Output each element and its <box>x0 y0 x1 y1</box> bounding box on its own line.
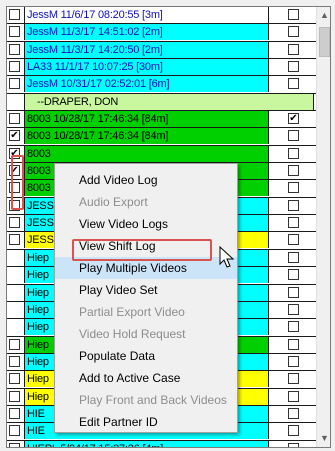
menu-item-edit-partner-id[interactable]: Edit Partner ID <box>55 411 237 433</box>
row-secondary-checkbox[interactable] <box>288 43 299 55</box>
scrollbar-thumb[interactable] <box>319 27 330 57</box>
video-row[interactable]: ✔ 8003 10/28/17 17:46:34 [84m] <box>7 128 316 146</box>
row-label: --DRAPER, DON <box>24 93 314 110</box>
menu-item-populate-data[interactable]: Populate Data <box>55 345 237 367</box>
video-row[interactable]: LA33 11/1/17 10:07:25 [30m] <box>7 59 316 77</box>
row-secondary-checkbox[interactable] <box>288 425 299 437</box>
row-checkbox[interactable] <box>9 338 20 350</box>
row-checkbox[interactable] <box>9 61 20 73</box>
row-checkbox[interactable] <box>9 442 20 447</box>
row-secondary-checkbox[interactable] <box>288 355 299 367</box>
menu-item-add-video-log[interactable]: Add Video Log <box>55 169 237 191</box>
row-checkbox[interactable] <box>9 425 20 437</box>
row-checkbox[interactable] <box>9 217 20 229</box>
row-checkbox[interactable] <box>9 355 20 367</box>
menu-item-partial-export-video[interactable]: Partial Export Video <box>55 301 237 323</box>
row-checkbox[interactable]: ✔ <box>9 165 20 177</box>
row-secondary-checkbox[interactable] <box>288 165 299 177</box>
row-secondary-checkbox[interactable] <box>288 26 299 38</box>
menu-item-audio-export[interactable]: Audio Export <box>55 191 237 213</box>
video-row[interactable]: JessM 11/3/17 14:20:50 [2m] <box>7 41 316 60</box>
row-checkbox[interactable] <box>9 390 20 402</box>
video-row[interactable]: HIEPL 5/24/17 15:37:26 [4m] <box>7 440 316 447</box>
row-checkbox[interactable] <box>9 407 20 419</box>
row-label: 8003 10/28/17 17:46:34 [84m] <box>24 128 269 145</box>
row-secondary-checkbox[interactable] <box>288 217 299 229</box>
group-header-row[interactable]: --DRAPER, DON <box>7 93 316 112</box>
row-checkbox[interactable] <box>9 78 20 90</box>
row-secondary-checkbox[interactable] <box>288 286 299 298</box>
row-label: JessM 11/3/17 14:51:02 [2m] <box>24 24 269 41</box>
menu-item-play-front-and-back-videos[interactable]: Play Front and Back Videos <box>55 389 237 411</box>
row-label: 8003 <box>24 145 269 162</box>
row-secondary-checkbox[interactable] <box>288 61 299 73</box>
video-row[interactable]: 8003 10/28/17 17:46:34 [84m] ✔ <box>7 111 316 129</box>
row-checkbox[interactable] <box>9 182 20 194</box>
row-secondary-checkbox[interactable] <box>288 182 299 194</box>
video-row[interactable]: ✔ 8003 <box>7 145 316 164</box>
row-checkbox[interactable] <box>9 199 20 211</box>
chevron-down-icon[interactable]: ▼ <box>317 430 330 447</box>
row-secondary-checkbox[interactable] <box>288 234 299 246</box>
row-checkbox[interactable] <box>9 43 20 55</box>
row-secondary-checkbox[interactable] <box>288 130 299 142</box>
row-secondary-checkbox[interactable] <box>288 390 299 402</box>
row-secondary-checkbox[interactable] <box>288 338 299 350</box>
row-secondary-checkbox[interactable] <box>288 373 299 385</box>
vertical-scrollbar[interactable]: ▲ ▼ <box>316 7 330 447</box>
row-checkbox[interactable]: ✔ <box>9 147 20 159</box>
video-row[interactable]: JessM 10/31/17 02:52:01 [6m] <box>7 76 316 94</box>
row-checkbox[interactable] <box>9 234 20 246</box>
menu-item-play-video-set[interactable]: Play Video Set <box>55 279 237 301</box>
row-secondary-checkbox[interactable] <box>288 303 299 315</box>
row-label: LA33 11/1/17 10:07:25 [30m] <box>24 59 269 76</box>
row-secondary-checkbox[interactable]: ✔ <box>288 113 299 125</box>
chevron-up-icon[interactable]: ▲ <box>317 7 330 24</box>
menu-item-view-shift-log[interactable]: View Shift Log <box>55 235 237 257</box>
row-secondary-checkbox[interactable] <box>288 442 299 447</box>
video-row[interactable]: JessM 11/6/17 08:20:55 [3m] <box>7 7 316 25</box>
row-secondary-checkbox[interactable] <box>288 9 299 20</box>
menu-item-add-to-active-case[interactable]: Add to Active Case <box>55 367 237 389</box>
menu-item-play-multiple-videos[interactable]: Play Multiple Videos <box>55 257 237 279</box>
video-row[interactable]: JessM 11/3/17 14:51:02 [2m] <box>7 24 316 42</box>
row-secondary-checkbox[interactable] <box>288 321 299 333</box>
menu-item-view-video-logs[interactable]: View Video Logs <box>55 213 237 235</box>
row-label: 8003 10/28/17 17:46:34 [84m] <box>24 111 269 128</box>
row-secondary-checkbox[interactable] <box>288 147 299 159</box>
row-label: HIEPL 5/24/17 15:37:26 [4m] <box>24 440 269 447</box>
row-checkbox[interactable] <box>9 373 20 385</box>
row-secondary-checkbox[interactable] <box>288 251 299 263</box>
row-checkbox[interactable] <box>9 113 20 125</box>
row-secondary-checkbox[interactable] <box>288 407 299 419</box>
menu-item-video-hold-request[interactable]: Video Hold Request <box>55 323 237 345</box>
row-checkbox[interactable] <box>9 9 20 20</box>
row-secondary-checkbox[interactable] <box>288 199 299 211</box>
row-secondary-checkbox[interactable] <box>288 269 299 281</box>
row-checkbox[interactable] <box>9 26 20 38</box>
row-secondary-checkbox[interactable] <box>288 78 299 90</box>
row-label: JessM 10/31/17 02:52:01 [6m] <box>24 76 269 93</box>
row-checkbox[interactable]: ✔ <box>9 130 20 142</box>
row-label: JessM 11/6/17 08:20:55 [3m] <box>24 7 269 23</box>
row-label: JessM 11/3/17 14:20:50 [2m] <box>24 41 269 58</box>
context-menu: Add Video Log Audio Export View Video Logs… <box>54 163 238 433</box>
